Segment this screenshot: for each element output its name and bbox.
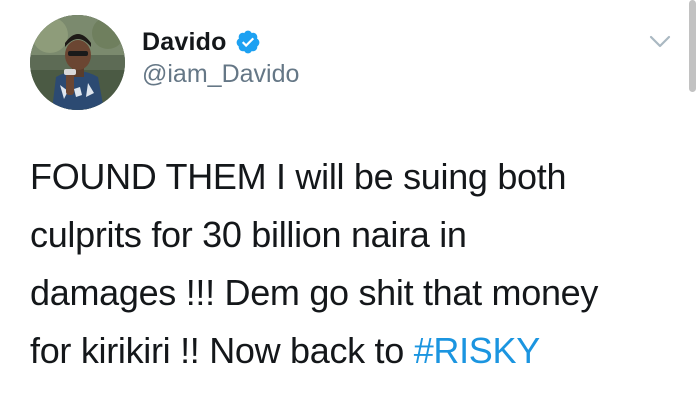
tweet-text-line-last: for kirikiri !! Now back to #RISKY	[30, 322, 670, 380]
author-name-row: Davido	[142, 26, 261, 58]
avatar[interactable]	[30, 15, 125, 110]
avatar-image	[30, 15, 125, 110]
verified-badge-icon	[235, 29, 261, 55]
scrollbar[interactable]	[689, 0, 696, 92]
tweet-text-line-content: for kirikiri !! Now back to	[30, 330, 414, 371]
chevron-down-icon[interactable]	[646, 30, 674, 52]
tweet-text: FOUND THEM I will be suing both culprits…	[30, 148, 670, 380]
tweet-card: Davido @iam_Davido FOUND THEM I will be …	[0, 0, 699, 418]
hashtag-link[interactable]: #RISKY	[414, 330, 541, 371]
author-display-name[interactable]: Davido	[142, 28, 227, 57]
tweet-text-line: FOUND THEM I will be suing both	[30, 156, 567, 197]
tweet-text-line: damages !!! Dem go shit that money	[30, 272, 599, 313]
tweet-text-line: culprits for 30 billion naira in	[30, 214, 467, 255]
author-handle[interactable]: @iam_Davido	[142, 60, 299, 89]
